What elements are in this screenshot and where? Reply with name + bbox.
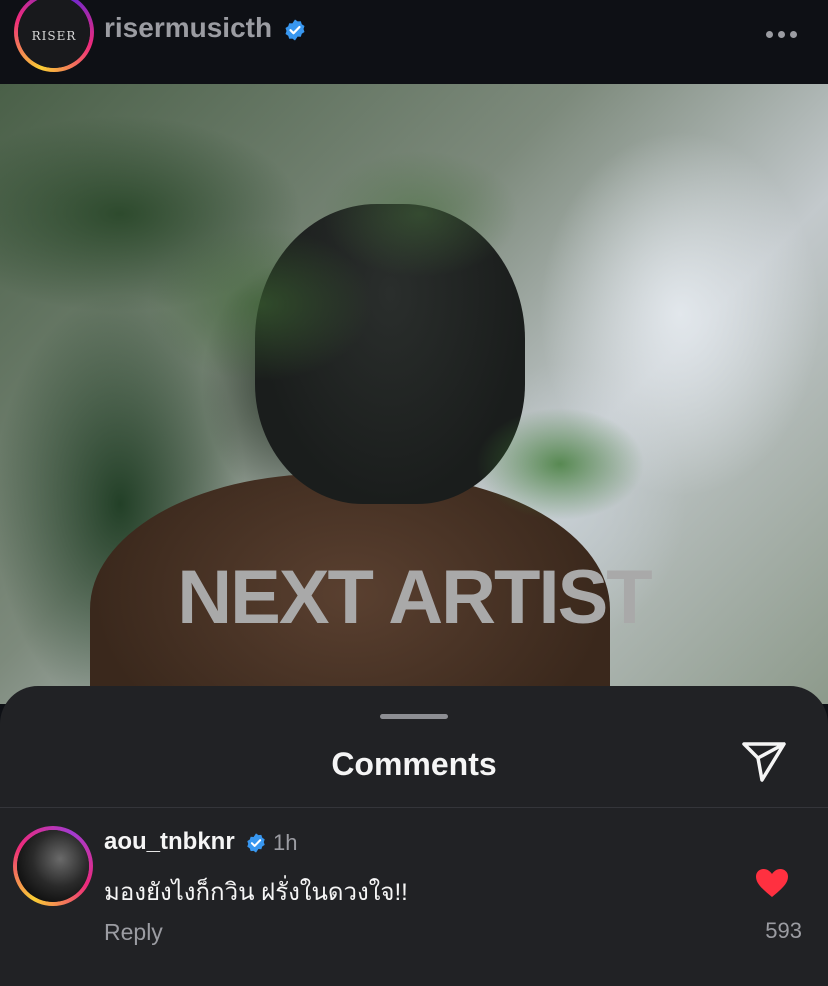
post-username[interactable]: risermusicth: [104, 12, 272, 44]
profile-avatar[interactable]: RISER: [14, 0, 94, 72]
comments-sheet: Comments aou_tnbknr 1h มองยังไงก็กวิน ฝร…: [0, 686, 828, 986]
verified-badge-icon: [247, 833, 265, 853]
avatar-logo-text: RISER: [31, 29, 77, 43]
post-header: RISER risermusicth: [0, 0, 828, 84]
sheet-drag-handle[interactable]: [380, 714, 448, 719]
riser-logo: RISER: [18, 0, 90, 68]
post-overlay-text: NEXT ARTIST: [177, 555, 652, 640]
comment-username[interactable]: aou_tnbknr: [104, 828, 235, 856]
comment-avatar[interactable]: [13, 826, 93, 906]
comment-timestamp: 1h: [273, 830, 298, 855]
post-image[interactable]: NEXT ARTIST: [0, 84, 828, 704]
comments-title: Comments: [331, 746, 497, 782]
verified-badge-icon: [285, 19, 305, 41]
comment-like-count: 593: [765, 918, 802, 943]
reply-button[interactable]: Reply: [104, 919, 163, 946]
heart-icon[interactable]: [755, 868, 789, 898]
send-icon[interactable]: [740, 740, 788, 784]
comment-text: มองยังไงก็กวิน ฝรั่งในดวงใจ!!: [104, 879, 408, 906]
more-options-icon[interactable]: [766, 25, 802, 38]
sheet-divider: [0, 807, 828, 808]
